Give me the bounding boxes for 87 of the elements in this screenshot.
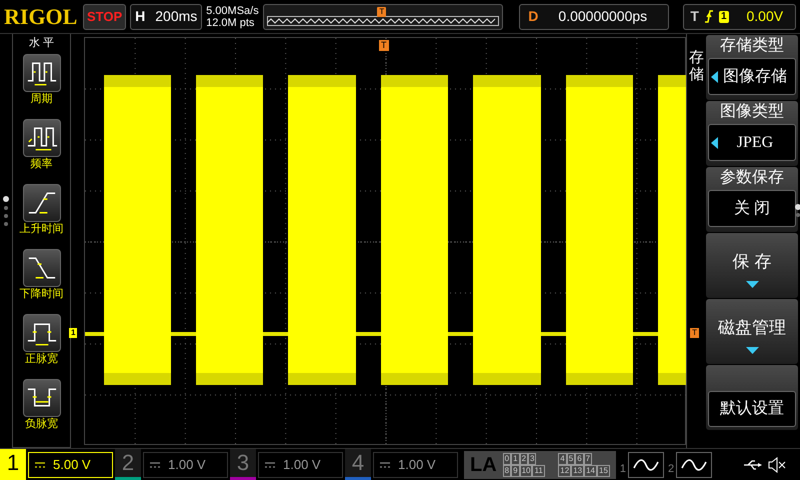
dc-coupling-icon [35,462,45,468]
menu-option[interactable]: 图像类型 JPEG [706,101,798,166]
dc-coupling-icon [380,462,390,468]
trigger-level-marker: T [690,328,699,338]
rising-edge-icon [704,10,713,23]
generator-number: 2 [668,462,674,477]
measure-label: 周期 [30,92,52,107]
channel-scale-box[interactable]: 1.00 V [373,452,458,478]
trigger-position-marker: T [377,6,386,16]
channel-number[interactable]: 3 [230,449,256,477]
box-label: D [528,7,538,26]
digital-channel: 15 [597,464,610,476]
option-value-field[interactable]: JPEG [708,124,796,161]
box-value: 0.00000000ps [558,7,648,26]
channel-number[interactable]: 4 [345,449,371,477]
digital-channel: 3 [528,452,536,464]
digital-channel: 11 [532,464,545,476]
default-settings-button[interactable]: 默认设置 [708,391,796,427]
la-panel[interactable]: LA 0 1 2 3 4 5 6 7 8 9 10 11 12 13 14 15 [464,450,616,478]
channel-marker: 1 [69,328,78,338]
option-label: 存储类型 [720,36,784,56]
usb-icon [744,460,762,470]
sine-wave-icon [681,458,708,472]
digital-channel: 6 [575,452,584,464]
channel-scale: 1.00 V [398,456,436,474]
generator-button[interactable] [676,452,712,478]
channel-scale-box[interactable]: 5.00 V [28,452,113,478]
sample-rate: 5.00MSa/s [206,4,260,16]
generator-button[interactable] [628,452,664,478]
dc-coupling-icon [150,462,160,468]
menu-title: 存储 [689,50,704,83]
measure-label: 下降时间 [20,287,64,302]
submenu-button[interactable]: 磁盘管理 [706,299,798,364]
trigger-level: 0.00V [746,7,784,26]
option-value-field[interactable]: 关 闭 [708,190,796,227]
digital-channel: 7 [584,452,592,464]
measure-button[interactable] [22,249,60,287]
channel-scale-box[interactable]: 1.00 V [258,452,343,478]
box-label: H [135,7,146,26]
digital-channel: 9 [511,464,520,476]
measure-button[interactable] [22,379,60,417]
digital-channel: 8 [502,464,512,476]
measure-button[interactable] [22,119,60,157]
digital-channel: 2 [520,452,528,464]
digital-channel: 5 [566,452,576,464]
trigger-position-marker: T [379,40,388,51]
panel-title: 水 平 [28,36,54,50]
measure-button[interactable] [22,184,60,222]
measure-label: 频率 [30,157,52,172]
option-value-field[interactable]: 图像存储 [708,58,796,95]
measure-button[interactable] [22,54,60,92]
digital-channel: 13 [571,464,584,476]
measure-label: 正脉宽 [25,352,58,367]
dc-coupling-icon [265,462,275,468]
digital-channel: 1 [511,452,520,464]
speaker-muted-icon [768,456,786,472]
option-label: 参数保存 [720,168,784,188]
triangle-icon [746,280,758,288]
la-label: LA [470,452,497,478]
digital-channel: 10 [520,464,532,476]
memory-wave-icon [267,16,500,26]
channel-scale: 1.00 V [283,456,321,474]
channel-scale-box[interactable]: 1.00 V [143,452,228,478]
submenu-button[interactable]: 保 存 [706,233,798,298]
memory-depth: 12.0M pts [206,16,256,28]
trigger-source: 1 [718,10,728,22]
run-stop-button[interactable]: STOP [82,4,126,30]
channel-number[interactable]: 2 [115,449,141,477]
menu-option[interactable]: 存储类型 图像存储 [706,35,798,100]
generator-number: 1 [620,462,626,477]
digital-channel: 4 [558,452,567,464]
menu-option[interactable]: 参数保存 关 闭 [706,167,798,232]
digital-channel: 0 [502,452,512,464]
digital-channel: 14 [584,464,598,476]
option-label: 图像类型 [720,102,784,122]
box-value: 200ms [155,7,198,26]
triangle-icon [746,346,758,354]
measure-label: 上升时间 [20,222,64,237]
channel-scale: 5.00 V [53,456,91,474]
brand-logo: RIGOL [4,3,78,31]
measure-label: 负脉宽 [25,417,58,432]
measure-button[interactable] [22,314,60,352]
box-label: T [690,7,699,26]
sine-wave-icon [633,458,660,472]
digital-channel: 12 [558,464,572,476]
channel-scale: 1.00 V [168,456,206,474]
channel-number[interactable]: 1 [0,449,26,477]
